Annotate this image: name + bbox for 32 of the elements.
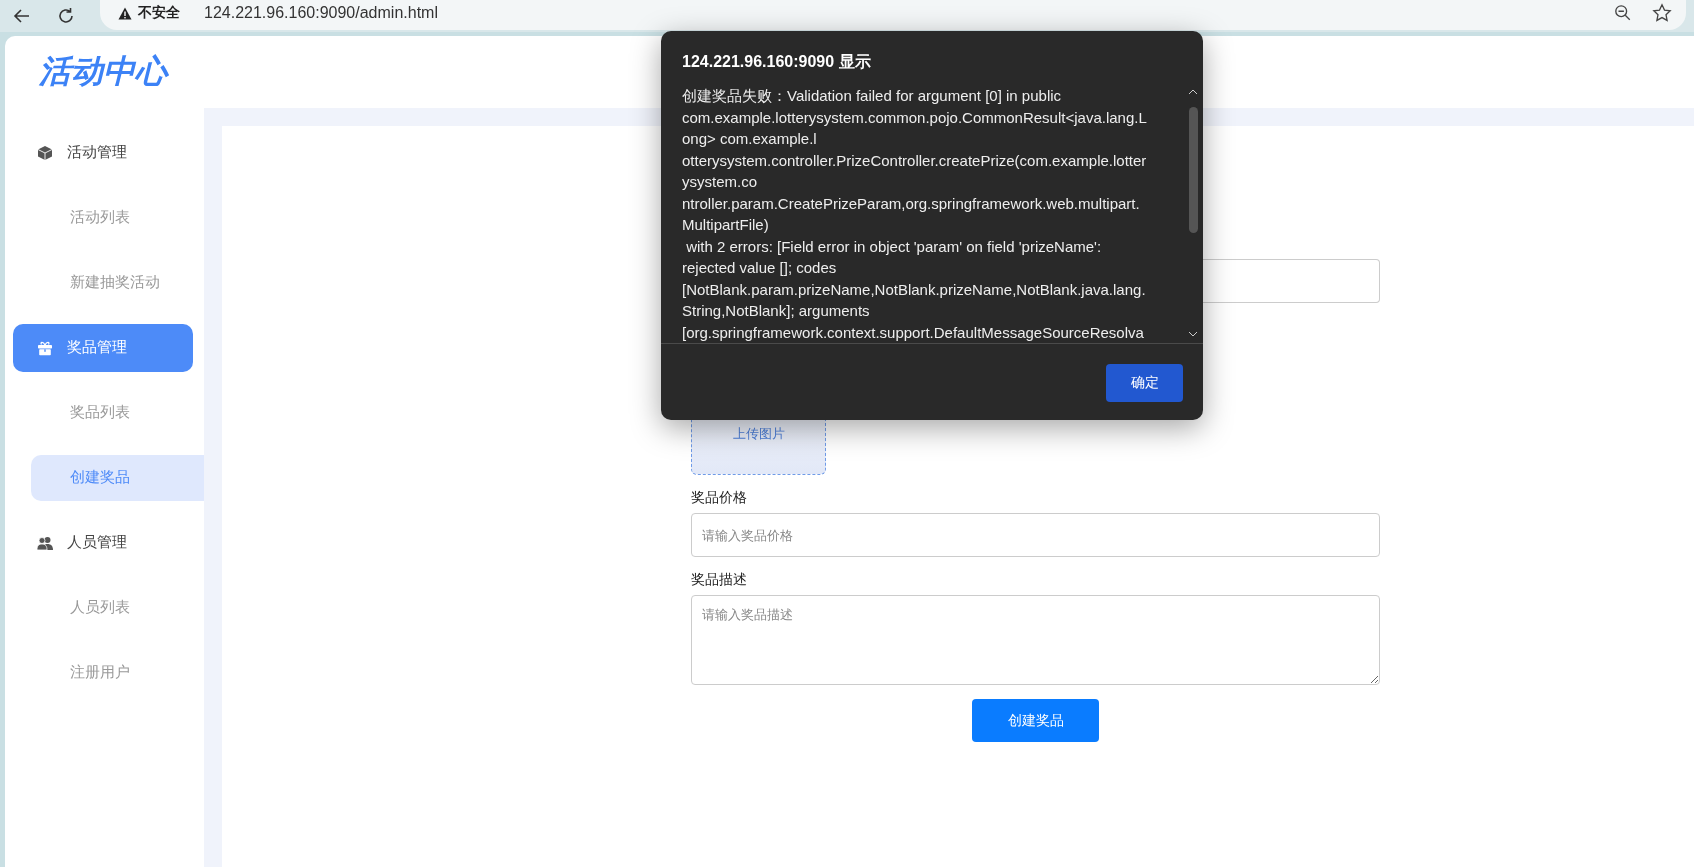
logo-text: 活动中心 bbox=[39, 52, 167, 91]
scroll-up-icon[interactable] bbox=[1188, 89, 1198, 95]
dialog-title: 124.221.96.160:9090 显示 bbox=[681, 52, 872, 72]
address-bar[interactable]: 不安全 124.221.96.160:9090/admin.html bbox=[100, 0, 1686, 30]
input-field[interactable] bbox=[1203, 259, 1380, 303]
sidebar-group[interactable]: 活动管理 bbox=[13, 128, 193, 177]
sidebar-item[interactable]: 奖品列表 bbox=[31, 389, 204, 436]
sidebar-group[interactable]: 人员管理 bbox=[13, 518, 193, 567]
sidebar-item[interactable]: 人员列表 bbox=[31, 584, 204, 631]
sidebar-item[interactable]: 新建抽奖活动 bbox=[31, 259, 204, 306]
textarea-field[interactable]: 请输入奖品描述 bbox=[691, 595, 1380, 685]
field-label: 奖品描述 bbox=[691, 570, 748, 589]
create-prize-button[interactable]: 创建奖品 bbox=[972, 699, 1099, 742]
url-text: 124.221.96.160:9090/admin.html bbox=[204, 4, 438, 22]
security-label: 不安全 bbox=[138, 4, 180, 22]
zoom-out-icon[interactable] bbox=[1614, 4, 1632, 22]
sidebar-item[interactable]: 创建奖品 bbox=[31, 454, 204, 501]
dialog-message: 创建奖品失败：Validation failed for argument [0] in public com.example.lotterysystem.common.pojo.CommonResult<java.lang.L ong> com.example.l otterysystem.controller.PrizeController.createPrize(com.example.lotter ysystem.co ntroller.param.CreatePrizeParam,org.springframework.web.multipart. MultipartFile) with 2 errors: [Field error in object 'param' on field 'prizeName': rejected value []; codes [NotBlank.param.prizeName,NotBlank.prizeName,NotBlank.java.lang. String,NotBlank]; arguments [org.springframework.context.support.DefaultMessageSourceResolva bbox=[682, 86, 1147, 343]
scroll-down-icon[interactable] bbox=[1188, 331, 1198, 337]
cube-icon bbox=[37, 144, 53, 161]
sidebar-group[interactable]: 奖品管理 bbox=[13, 323, 193, 372]
reload-icon[interactable] bbox=[56, 6, 76, 26]
field-label: 奖品价格 bbox=[691, 488, 748, 507]
users-icon bbox=[37, 534, 53, 551]
scrollbar-thumb[interactable] bbox=[1188, 107, 1198, 233]
input-field[interactable]: 请输入奖品价格 bbox=[691, 513, 1380, 557]
warning-icon bbox=[118, 6, 132, 20]
sidebar-item[interactable]: 活动列表 bbox=[31, 194, 204, 241]
bookmark-star-icon[interactable] bbox=[1652, 3, 1672, 23]
gift-icon bbox=[37, 339, 53, 356]
sidebar-item[interactable]: 注册用户 bbox=[31, 649, 204, 696]
ok-button[interactable]: 确定 bbox=[1106, 364, 1183, 402]
